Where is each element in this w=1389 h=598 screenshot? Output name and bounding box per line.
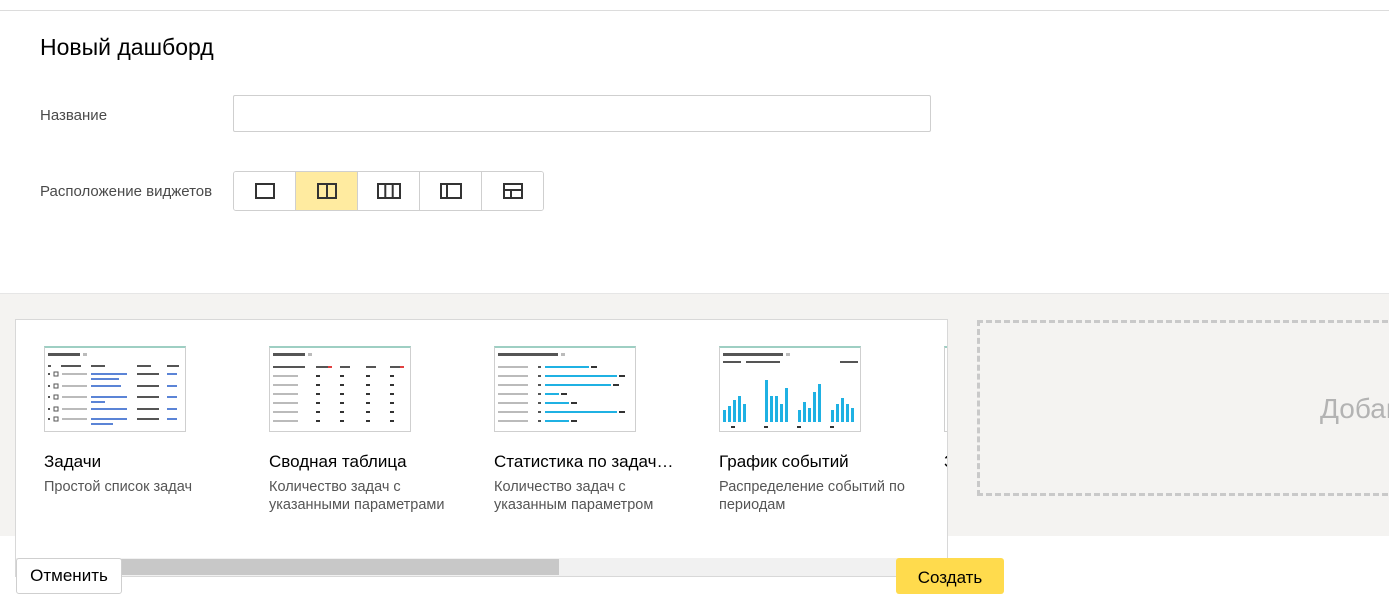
layout-selector bbox=[233, 171, 544, 211]
header-two-columns-icon bbox=[502, 183, 523, 199]
widget-card-pivot-table[interactable]: Сводная таблица Количество задач с указа… bbox=[269, 346, 459, 514]
add-widget-dropzone[interactable]: Добавить виджет bbox=[977, 320, 1389, 496]
add-widget-label: Добавить виджет bbox=[1320, 393, 1389, 424]
widget-card-title: Статистика по задачам bbox=[494, 452, 676, 471]
horizontal-scrollbar[interactable]: ‹ › bbox=[16, 558, 947, 576]
widget-card-title: Сводная таблица bbox=[269, 452, 407, 471]
widget-gallery: Задачи Простой список задач Сводная табл… bbox=[15, 319, 948, 577]
widget-card-tasks[interactable]: Задачи Простой список задач bbox=[44, 346, 234, 496]
three-columns-icon bbox=[376, 183, 401, 199]
page-title: Новый дашборд bbox=[40, 34, 214, 60]
widget-card-title: З bbox=[944, 452, 947, 472]
one-column-icon bbox=[254, 183, 275, 199]
layout-two-columns-button[interactable] bbox=[296, 172, 358, 210]
layout-label: Расположение виджетов bbox=[40, 183, 213, 200]
widget-card-description: Количество задач с указанными параметрам… bbox=[269, 479, 445, 513]
layout-three-columns-button[interactable] bbox=[358, 172, 420, 210]
top-divider bbox=[0, 10, 1389, 11]
cancel-button[interactable]: Отменить bbox=[16, 558, 122, 594]
widget-card-description: Распределение событий по периодам bbox=[719, 479, 905, 513]
name-label: Название bbox=[40, 107, 108, 124]
widget-card-description: Количество задач с указанным параметром bbox=[494, 479, 654, 513]
tasks-thumbnail bbox=[44, 346, 186, 432]
widget-card-description: Простой список задач bbox=[44, 479, 192, 495]
name-input[interactable] bbox=[233, 95, 931, 132]
two-columns-icon bbox=[316, 183, 337, 199]
widget-card-events-chart[interactable]: График событий Распределение событий по … bbox=[719, 346, 909, 514]
widget-card-title: Задачи bbox=[44, 452, 102, 471]
partial-widget-thumbnail bbox=[944, 346, 947, 432]
layout-header-two-columns-button[interactable] bbox=[482, 172, 543, 210]
layout-sidebar-left-button[interactable] bbox=[420, 172, 482, 210]
create-button[interactable]: Создать bbox=[896, 558, 1004, 594]
widget-card-title: График событий bbox=[719, 452, 849, 471]
widget-card-partial[interactable]: З bbox=[944, 346, 947, 478]
events-chart-thumbnail bbox=[719, 346, 861, 432]
widget-card-statistics[interactable]: Статистика по задачам Количество задач с… bbox=[494, 346, 684, 514]
pivot-table-thumbnail bbox=[269, 346, 411, 432]
layout-one-column-button[interactable] bbox=[234, 172, 296, 210]
statistics-thumbnail bbox=[494, 346, 636, 432]
sidebar-left-icon bbox=[439, 183, 462, 199]
